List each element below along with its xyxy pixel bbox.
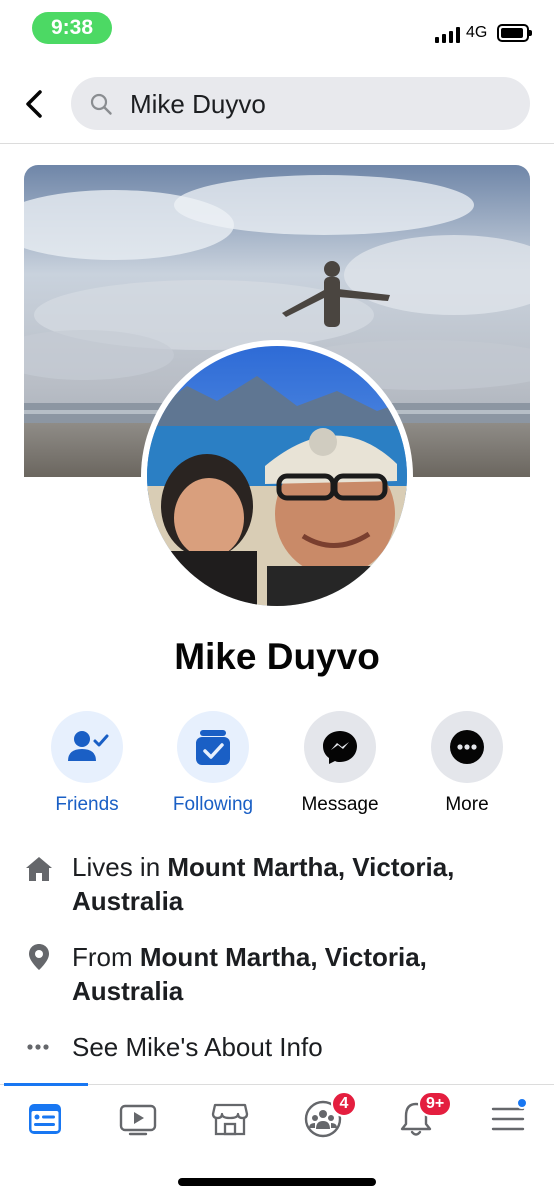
friends-button-circle[interactable]	[51, 711, 123, 783]
network-type: 4G	[466, 24, 488, 41]
home-icon	[26, 857, 52, 881]
location-pin-icon	[29, 944, 49, 970]
signal-icon	[435, 27, 461, 43]
status-bar: 9:38 4G	[0, 0, 554, 60]
following-icon	[196, 730, 230, 765]
more-horizontal-icon	[27, 1044, 49, 1050]
news-feed-icon	[29, 1104, 61, 1134]
home-indicator[interactable]	[178, 1178, 376, 1186]
about-info-link[interactable]: See Mike's About Info	[72, 1030, 532, 1064]
menu-notification-dot	[516, 1097, 528, 1109]
profile-picture-image	[147, 346, 407, 606]
more-label: More	[445, 794, 489, 815]
friends-label: Friends	[55, 794, 119, 815]
message-button[interactable]: Message	[280, 711, 400, 816]
lives-in-text: Lives in Mount Martha, Victoria, Austral…	[72, 850, 532, 918]
search-header: Mike Duyvo	[0, 60, 554, 144]
message-label: Message	[301, 794, 379, 815]
groups-badge: 4	[331, 1091, 357, 1117]
search-input[interactable]: Mike Duyvo	[71, 77, 530, 130]
message-button-circle[interactable]	[304, 711, 376, 783]
friends-button[interactable]: Friends	[27, 711, 147, 816]
from-prefix: From	[72, 942, 140, 972]
search-query: Mike Duyvo	[130, 89, 266, 119]
following-button-circle[interactable]	[177, 711, 249, 783]
chevron-left-icon	[26, 90, 42, 118]
tab-menu[interactable]	[468, 1085, 548, 1165]
tab-notifications[interactable]: 9+	[376, 1085, 456, 1165]
following-label: Following	[172, 794, 254, 815]
back-button[interactable]	[16, 84, 52, 124]
tab-watch[interactable]	[98, 1085, 178, 1165]
status-time[interactable]: 9:38	[32, 12, 112, 44]
friends-check-icon	[68, 731, 109, 761]
profile-actions: Friends Following Message More	[0, 711, 554, 821]
from-text: From Mount Martha, Victoria, Australia	[72, 940, 532, 1008]
tab-groups[interactable]: 4	[283, 1085, 363, 1165]
tab-news-feed[interactable]	[5, 1085, 85, 1165]
profile-name: Mike Duyvo	[174, 636, 380, 677]
watch-video-icon	[119, 1104, 157, 1136]
following-button[interactable]: Following	[153, 711, 273, 816]
tab-marketplace[interactable]	[190, 1085, 270, 1165]
lives-in-prefix: Lives in	[72, 852, 168, 882]
messenger-icon	[323, 731, 357, 764]
notifications-badge: 9+	[418, 1091, 453, 1117]
more-dots-icon	[450, 730, 484, 764]
search-icon	[90, 93, 112, 115]
profile-picture[interactable]	[141, 340, 413, 612]
bottom-tab-bar: 4 9+	[0, 1083, 554, 1165]
more-button[interactable]: More	[407, 711, 527, 816]
battery-icon	[497, 24, 532, 42]
marketplace-icon	[211, 1103, 249, 1136]
more-button-circle[interactable]	[431, 711, 503, 783]
